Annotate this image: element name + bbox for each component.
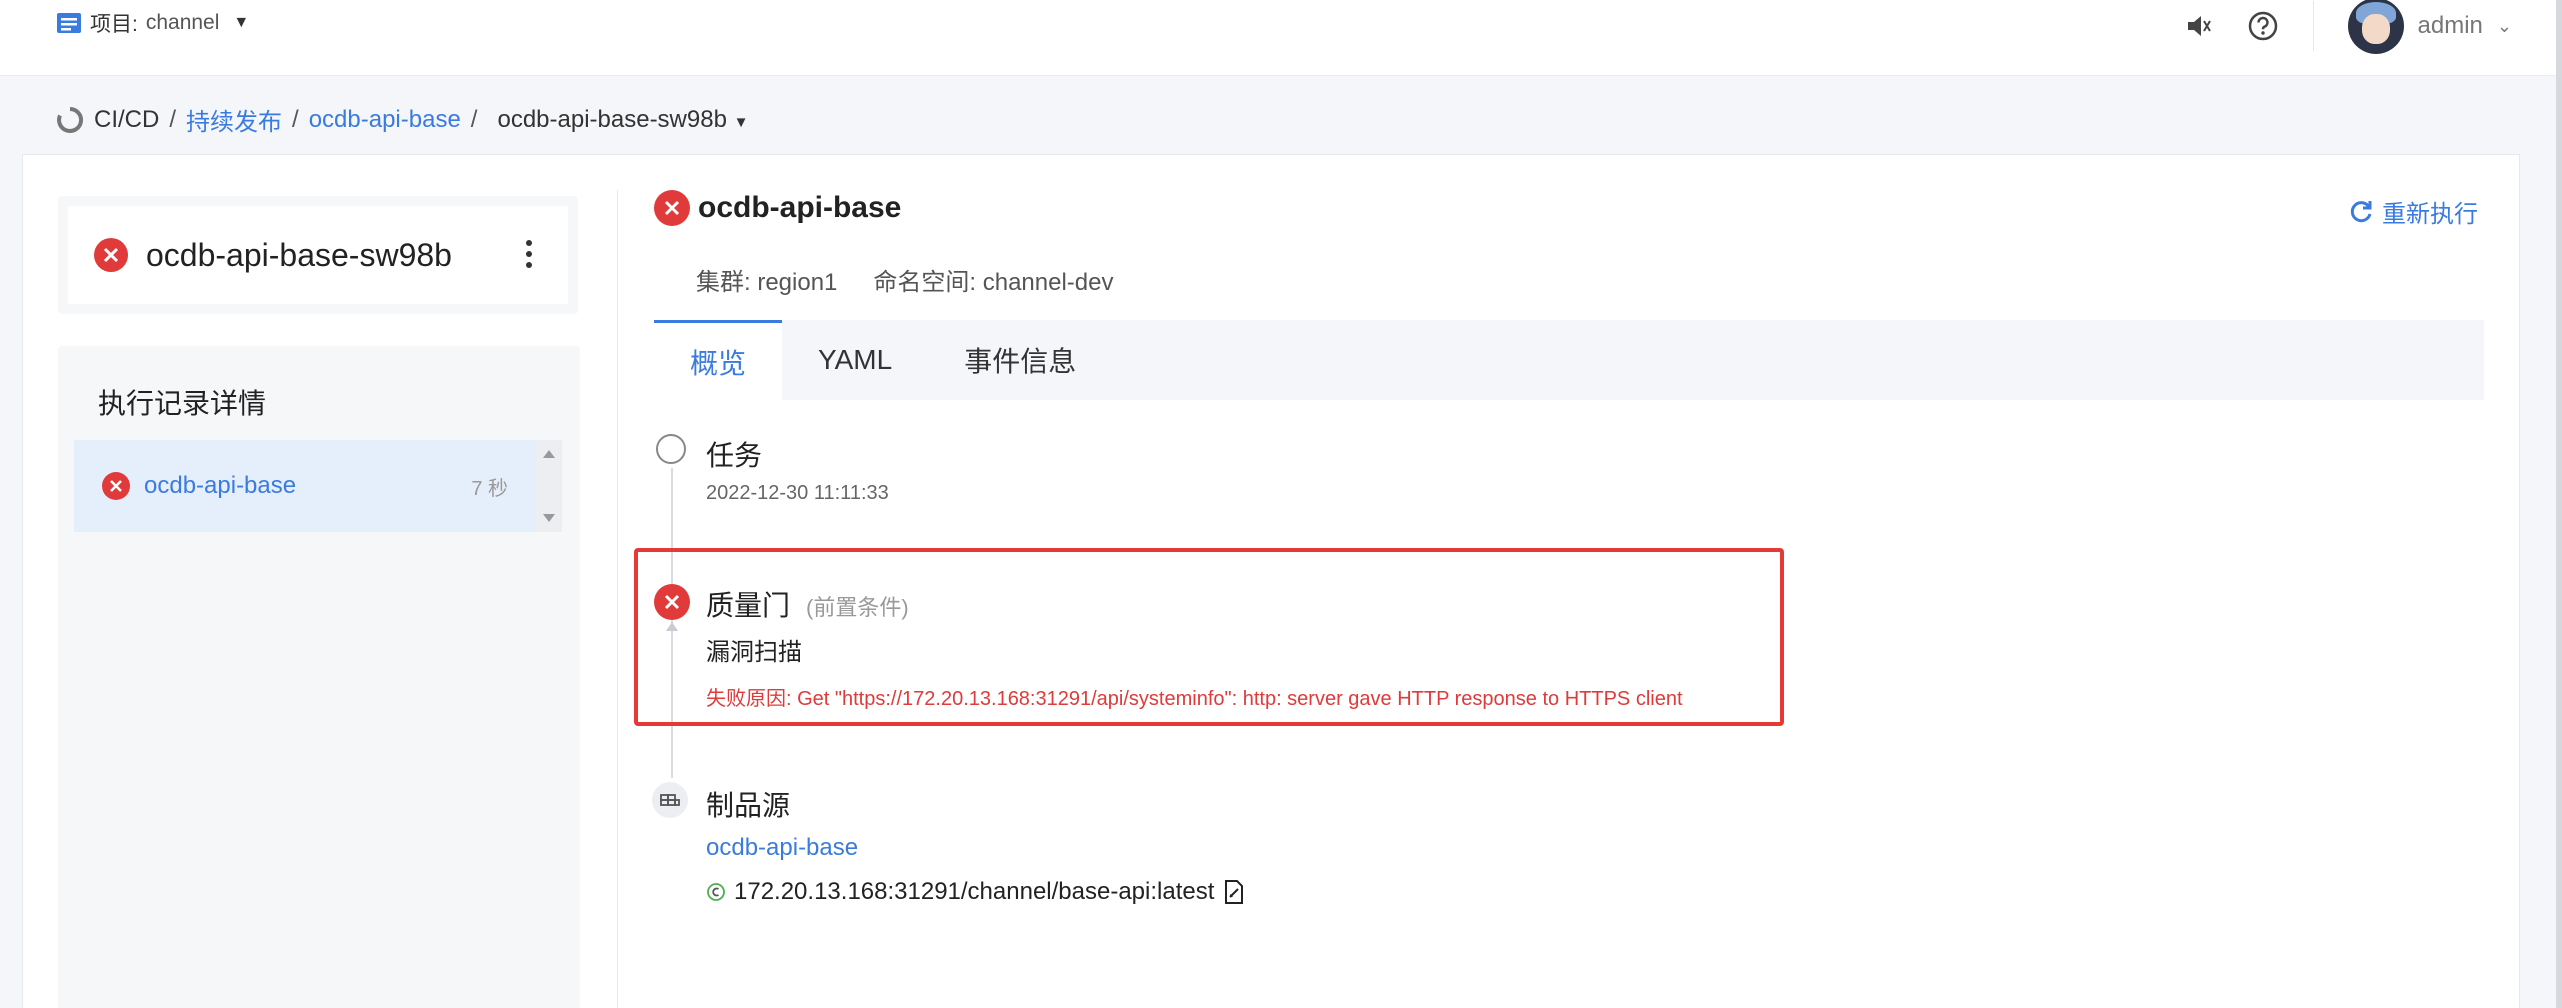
error-icon	[102, 472, 130, 500]
list-scrollbar[interactable]	[536, 440, 562, 532]
cluster-info: 集群: region1	[696, 269, 838, 296]
step-quality-gate-title: 质量门	[706, 590, 791, 621]
step-task-title: 任务	[706, 440, 763, 471]
rerun-button[interactable]: 重新执行	[2348, 194, 2478, 229]
project-label: 项目:	[90, 13, 138, 36]
artifact-image-ref: 172.20.13.168:31291/channel/base-api:lat…	[734, 878, 1215, 905]
step-quality-gate-tag: (前置条件)	[806, 595, 909, 620]
breadcrumb-current[interactable]: ocdb-api-base-sw98b ▼	[497, 106, 748, 134]
user-name: admin	[2417, 12, 2483, 39]
breadcrumb-separator: /	[292, 105, 299, 133]
avatar	[2347, 0, 2404, 54]
error-icon	[654, 584, 690, 620]
run-title: ocdb-api-base-sw98b	[146, 236, 452, 273]
page-title: ocdb-api-base	[654, 190, 901, 226]
breadcrumb-root: CI/CD	[94, 105, 160, 133]
section-title: 执行记录详情	[98, 388, 267, 419]
speaker-mute-icon[interactable]	[2183, 11, 2213, 41]
header-divider	[2312, 1, 2314, 51]
error-icon	[654, 190, 690, 226]
cicd-icon	[57, 106, 83, 133]
caret-down-icon: ▼	[733, 113, 749, 131]
detail-title-text: ocdb-api-base	[698, 191, 902, 224]
artifact-image: 172.20.13.168:31291/channel/base-api:lat…	[706, 878, 1246, 906]
breadcrumb-link-release[interactable]: 持续发布	[186, 102, 282, 137]
step-artifact-title: 制品源	[706, 790, 791, 821]
tab-overview[interactable]: 概览	[654, 320, 783, 400]
chevron-down-icon: ⌄	[2496, 15, 2512, 36]
run-name: ocdb-api-base	[144, 472, 297, 499]
rerun-label: 重新执行	[2382, 201, 2478, 228]
copy-icon[interactable]	[1222, 879, 1246, 905]
artifact-link[interactable]: ocdb-api-base	[706, 834, 858, 862]
breadcrumb-current-label: ocdb-api-base-sw98b	[497, 105, 727, 133]
artifact-icon	[652, 782, 688, 818]
tab-yaml[interactable]: YAML	[782, 320, 928, 400]
namespace-info: 命名空间: channel-dev	[873, 269, 1114, 296]
chevron-down-icon: ▼	[233, 14, 250, 31]
project-selector[interactable]: 项目: channel ▼	[56, 8, 249, 38]
failure-reason: 失败原因: Get "https://172.20.13.168:31291/a…	[706, 688, 1683, 710]
run-duration: 7 秒	[471, 477, 508, 500]
error-icon	[94, 238, 128, 272]
breadcrumb-link-pipeline[interactable]: ocdb-api-base	[309, 106, 461, 134]
breadcrumb-separator: /	[470, 105, 478, 133]
run-records-card: 执行记录详情 ocdb-api-base 7 秒	[58, 346, 580, 1008]
refresh-icon	[2350, 200, 2372, 222]
project-name: channel	[145, 11, 220, 34]
image-tag-icon	[707, 883, 725, 901]
tab-events[interactable]: 事件信息	[928, 320, 1112, 400]
step-task-time: 2022-12-30 11:11:33	[706, 482, 889, 504]
tab-bar: 概览 YAML 事件信息	[654, 320, 2484, 400]
page-scrollbar[interactable]	[2556, 0, 2562, 1008]
run-header-card: ocdb-api-base-sw98b	[58, 196, 578, 314]
scroll-down-icon[interactable]	[543, 514, 555, 522]
top-header: 项目: channel ▼ admin ⌄	[0, 0, 2562, 76]
help-icon[interactable]	[2247, 10, 2279, 42]
column-divider	[617, 190, 618, 1008]
project-icon	[57, 13, 81, 33]
user-menu[interactable]: admin ⌄	[2347, 0, 2512, 54]
list-item[interactable]: ocdb-api-base 7 秒	[74, 440, 536, 532]
pending-status-icon	[656, 434, 686, 464]
scroll-up-icon[interactable]	[543, 450, 555, 458]
timeline-arrow-icon	[666, 622, 678, 631]
more-options-icon[interactable]	[526, 240, 532, 268]
breadcrumb-separator: /	[169, 105, 177, 133]
breadcrumb: CI/CD / 持续发布 / ocdb-api-base / ocdb-api-…	[56, 102, 748, 137]
step-quality-gate-subtitle: 漏洞扫描	[706, 639, 802, 666]
run-meta: 集群: region1 命名空间: channel-dev	[696, 262, 1114, 297]
